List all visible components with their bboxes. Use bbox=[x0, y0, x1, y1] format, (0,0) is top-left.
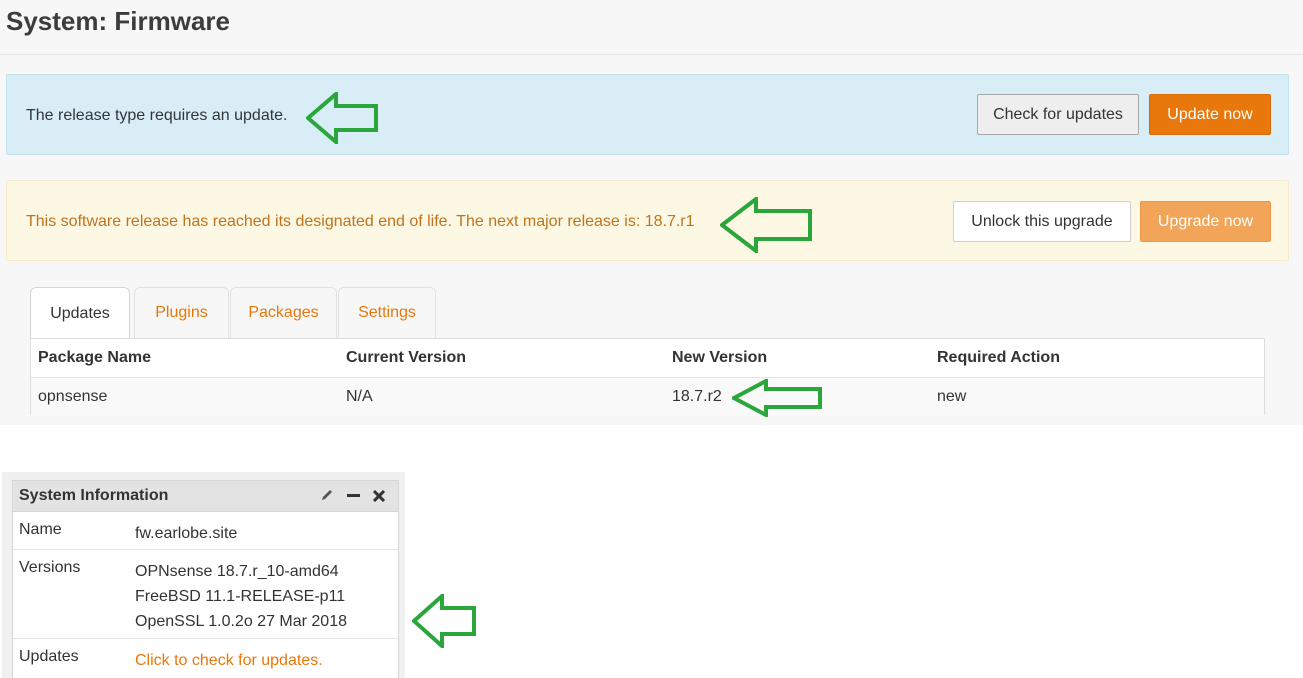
column-header-required-action: Required Action bbox=[937, 349, 1060, 366]
annotation-arrow-icon bbox=[412, 594, 476, 648]
hostname-value: fw.earlobe.site bbox=[135, 525, 238, 542]
tab-packages[interactable]: Packages bbox=[230, 287, 337, 338]
tab-plugins[interactable]: Plugins bbox=[134, 287, 229, 338]
opnsense-version: OPNsense 18.7.r_10-amd64 bbox=[135, 563, 339, 580]
column-header-new-version: New Version bbox=[672, 349, 768, 366]
release-type-alert-text: The release type requires an update. bbox=[26, 107, 288, 124]
new-version-cell: 18.7.r2 bbox=[672, 388, 722, 405]
list-item: Name fw.earlobe.site bbox=[13, 512, 398, 550]
list-item: Updates Click to check for updates. bbox=[13, 639, 398, 678]
widget-title: System Information bbox=[19, 487, 169, 504]
minus-icon[interactable] bbox=[347, 488, 360, 505]
system-information-widget: System Information Name fw.earlobe.site … bbox=[2, 472, 405, 678]
table-row: opnsense N/A 18.7.r2 new bbox=[31, 378, 1264, 416]
openssl-version: OpenSSL 1.0.2o 27 Mar 2018 bbox=[135, 613, 347, 630]
annotation-arrow-icon bbox=[732, 379, 822, 417]
annotation-arrow-icon bbox=[720, 197, 812, 253]
end-of-life-alert: This software release has reached its de… bbox=[6, 180, 1289, 261]
current-version-cell: N/A bbox=[346, 388, 373, 405]
package-table: Package Name Current Version New Version… bbox=[30, 338, 1265, 416]
release-type-alert: The release type requires an update. Che… bbox=[6, 74, 1289, 155]
tab-updates[interactable]: Updates bbox=[30, 287, 130, 339]
widget-body: Name fw.earlobe.site Versions OPNsense 1… bbox=[12, 512, 399, 678]
page-title: System: Firmware bbox=[6, 6, 230, 36]
tab-settings[interactable]: Settings bbox=[338, 287, 436, 338]
firmware-panel: System: Firmware The release type requir… bbox=[0, 0, 1303, 425]
end-of-life-alert-text: This software release has reached its de… bbox=[26, 213, 695, 230]
versions-value: OPNsense 18.7.r_10-amd64 FreeBSD 11.1-RE… bbox=[135, 559, 347, 634]
annotation-arrow-icon bbox=[306, 92, 378, 144]
page-header: System: Firmware bbox=[0, 0, 1303, 55]
upgrade-now-button[interactable]: Upgrade now bbox=[1140, 201, 1271, 242]
freebsd-version: FreeBSD 11.1-RELEASE-p11 bbox=[135, 588, 346, 605]
check-updates-link[interactable]: Click to check for updates. bbox=[135, 648, 323, 673]
widget-header: System Information bbox=[12, 480, 399, 512]
list-item: Versions OPNsense 18.7.r_10-amd64 FreeBS… bbox=[13, 550, 398, 639]
unlock-upgrade-button[interactable]: Unlock this upgrade bbox=[953, 201, 1131, 242]
name-label: Name bbox=[19, 521, 62, 538]
column-header-current-version: Current Version bbox=[346, 349, 467, 366]
check-for-updates-button[interactable]: Check for updates bbox=[977, 94, 1139, 135]
package-name-cell: opnsense bbox=[38, 388, 108, 405]
required-action-cell: new bbox=[937, 388, 967, 405]
update-now-button[interactable]: Update now bbox=[1149, 94, 1271, 135]
pencil-icon[interactable] bbox=[320, 488, 334, 505]
close-icon[interactable] bbox=[372, 488, 386, 505]
updates-label: Updates bbox=[19, 648, 79, 665]
column-header-package-name: Package Name bbox=[38, 349, 151, 366]
versions-label: Versions bbox=[19, 559, 81, 576]
table-header-row: Package Name Current Version New Version… bbox=[31, 339, 1264, 378]
